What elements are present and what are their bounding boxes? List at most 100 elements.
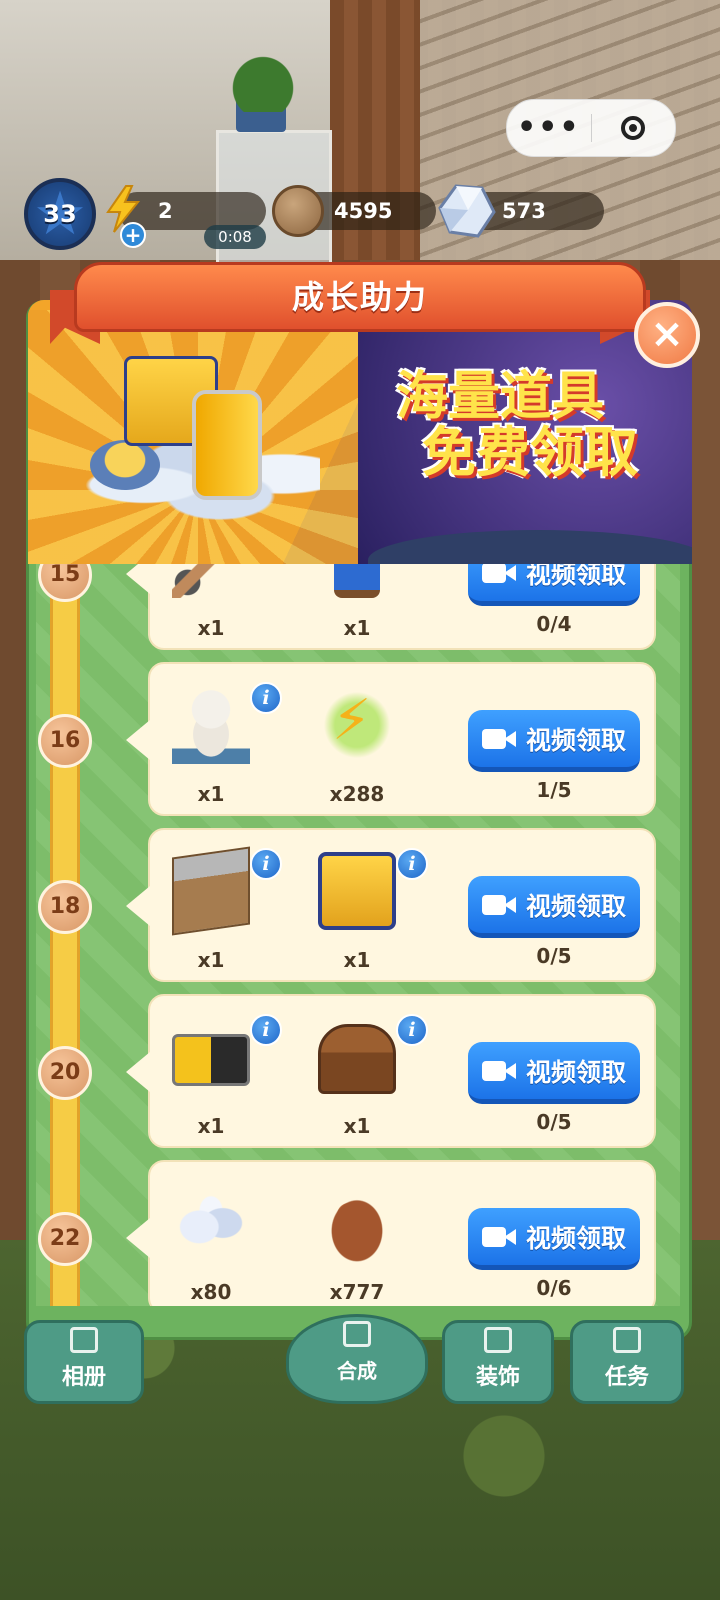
bolt-crate-icon <box>172 846 250 936</box>
watch-video-claim-button[interactable]: 视频领取 <box>468 710 640 772</box>
info-icon[interactable]: i <box>396 848 428 880</box>
nav-merge-button[interactable]: 合成 <box>286 1314 428 1404</box>
watch-video-claim-button[interactable]: 视频领取 <box>468 1042 640 1104</box>
reward-item: i x1 <box>156 1010 282 1140</box>
claim-button-label: 视频领取 <box>525 1057 626 1087</box>
gem-value: 573 <box>502 199 546 223</box>
claim-button-label: 视频领取 <box>525 725 626 755</box>
level-node: 20 <box>38 1046 92 1100</box>
task-pencil-icon <box>613 1327 641 1353</box>
claim-progress: 0/6 <box>536 1276 572 1300</box>
claim-button-label: 视频领取 <box>525 564 626 589</box>
paintbrush-icon <box>172 564 250 598</box>
video-camera-icon <box>481 1059 518 1083</box>
nav-task-label: 任务 <box>604 1365 649 1390</box>
reward-item: x80 <box>156 1176 266 1306</box>
level-node: 18 <box>38 880 92 934</box>
player-level-badge[interactable]: ★ 33 <box>24 178 96 250</box>
reward-row: 18 i x1 i x1 视频领取 0/5 <box>36 828 680 982</box>
album-icon <box>70 1327 98 1353</box>
reward-item: i x1 <box>302 1010 428 1140</box>
energy-bolt-icon <box>318 686 396 764</box>
add-energy-button[interactable]: + <box>120 222 146 248</box>
coin-pile-icon <box>318 1184 396 1262</box>
toolbox-icon <box>318 852 396 930</box>
lucky-cat-icon <box>172 686 250 764</box>
reward-card: i x1 i x1 视频领取 0/5 <box>126 828 656 982</box>
merge-icon <box>343 1321 371 1347</box>
reward-item: x288 <box>302 678 412 808</box>
item-quantity: x1 <box>343 1114 371 1138</box>
video-camera-icon <box>481 893 518 917</box>
promo-text: 海量道具 免费领取 <box>340 370 660 481</box>
nav-decor-label: 装饰 <box>475 1365 520 1390</box>
reward-row: 22 x80 x777 视频领取 0/6 <box>36 1160 680 1306</box>
item-quantity: x80 <box>190 1280 232 1304</box>
treasure-chest-icon <box>318 1024 396 1094</box>
video-camera-icon <box>481 727 518 751</box>
coin-value: 4595 <box>334 199 393 223</box>
gem-pile-icon <box>172 1184 250 1262</box>
item-quantity: x1 <box>343 948 371 972</box>
hourglass-icon <box>334 564 380 598</box>
energy-value: 2 <box>158 199 173 223</box>
watch-video-claim-button[interactable]: 视频领取 <box>468 1208 640 1270</box>
energy-timer: 0:08 <box>204 225 266 249</box>
player-level: 33 <box>43 200 77 228</box>
tin-illustration <box>90 440 160 490</box>
claim-progress: 0/4 <box>536 612 572 636</box>
info-icon[interactable]: i <box>250 1014 282 1046</box>
reward-item: i x1 <box>302 844 428 974</box>
claim-progress: 0/5 <box>536 944 572 968</box>
reward-item: i x1 <box>156 678 282 808</box>
nav-album-label: 相册 <box>61 1365 106 1390</box>
reward-row: 20 i x1 i x1 视频领取 0/5 <box>36 994 680 1148</box>
level-node: 22 <box>38 1212 92 1266</box>
item-quantity: x1 <box>197 1114 225 1138</box>
claim-progress: 0/5 <box>536 1110 572 1134</box>
item-quantity: x1 <box>197 616 225 640</box>
miniprogram-capsule: ••• <box>506 99 676 157</box>
modal-title: 成长助力 <box>74 262 646 332</box>
item-quantity: x777 <box>329 1280 385 1304</box>
reward-card: x80 x777 视频领取 0/6 <box>126 1160 656 1306</box>
reward-item: x1 <box>302 564 412 642</box>
claim-button-label: 视频领取 <box>525 891 626 921</box>
nav-album-button[interactable]: 相册 <box>24 1320 144 1404</box>
reward-card: i x1 i x1 视频领取 0/5 <box>126 994 656 1148</box>
coin-icon <box>272 185 324 237</box>
info-icon[interactable]: i <box>250 682 282 714</box>
potted-plant <box>228 52 298 112</box>
target-icon <box>621 116 646 140</box>
reward-item: i x1 <box>156 844 282 974</box>
nav-task-button[interactable]: 任务 <box>570 1320 684 1404</box>
reward-item: x777 <box>302 1176 412 1306</box>
reward-item: x1 <box>156 564 266 642</box>
battery-illustration <box>192 390 262 500</box>
nav-decor-button[interactable]: 装饰 <box>442 1320 554 1404</box>
item-quantity: x1 <box>197 782 225 806</box>
info-icon[interactable]: i <box>396 1014 428 1046</box>
battery-pack-icon <box>172 1034 250 1086</box>
close-miniprogram-button[interactable] <box>592 116 676 140</box>
reward-list[interactable]: 15 x1 x1 视频领取 0/4 16 i x1 ⚡ x288 视频领取 1/… <box>36 564 680 1306</box>
reward-row: 15 x1 x1 视频领取 0/4 <box>36 564 680 650</box>
reward-card: x1 x1 视频领取 0/4 <box>126 564 656 650</box>
claim-button-label: 视频领取 <box>525 1223 626 1253</box>
promo-line-2: 免费领取 <box>422 420 638 484</box>
close-button[interactable]: × <box>634 302 700 368</box>
promo-line-1: 海量道具 <box>395 367 604 427</box>
level-node: 15 <box>38 564 92 602</box>
watch-video-claim-button[interactable]: 视频领取 <box>468 564 640 606</box>
level-node: 16 <box>38 714 92 768</box>
video-camera-icon <box>481 1225 518 1249</box>
reward-row: 16 i x1 x288 视频领取 1/5 <box>36 662 680 816</box>
more-menu-button[interactable]: ••• <box>507 100 591 156</box>
item-quantity: x288 <box>329 782 385 806</box>
watch-video-claim-button[interactable]: 视频领取 <box>468 876 640 938</box>
video-camera-icon <box>481 564 518 585</box>
reward-card: i x1 x288 视频领取 1/5 <box>126 662 656 816</box>
nav-merge-label: 合成 <box>337 1359 377 1383</box>
item-quantity: x1 <box>343 616 371 640</box>
info-icon[interactable]: i <box>250 848 282 880</box>
